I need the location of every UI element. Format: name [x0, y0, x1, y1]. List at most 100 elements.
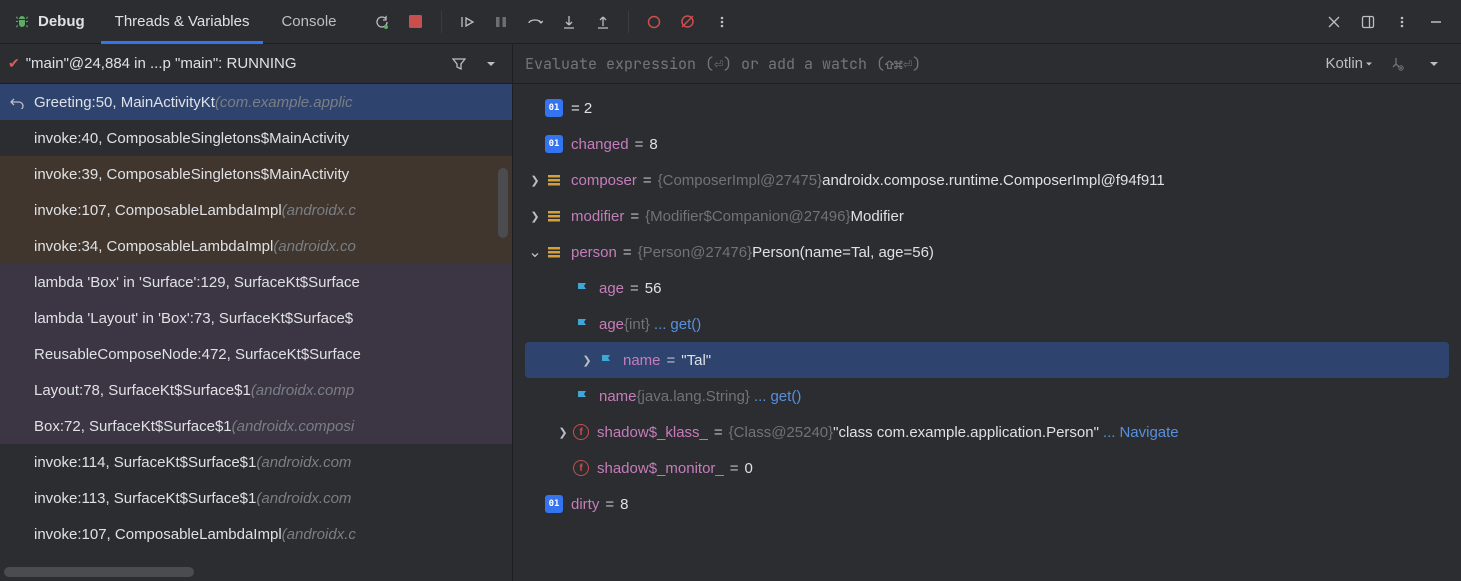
variable-row[interactable]: ❯modifier = {Modifier$Companion@27496} M… — [513, 198, 1461, 234]
frame-package: (androidx.com — [256, 454, 351, 471]
variable-type: {int} — [624, 316, 650, 333]
pause-icon[interactable] — [486, 7, 516, 37]
getter-link[interactable]: get() — [670, 316, 701, 333]
variable-row[interactable]: ❯01dirty = 8 — [513, 486, 1461, 522]
variable-row[interactable]: ❯age = 56 — [513, 270, 1461, 306]
frame-text: Layout:78, SurfaceKt$Surface$1 — [34, 382, 251, 399]
eval-dropdown-icon[interactable] — [1419, 49, 1449, 79]
variable-row[interactable]: ❯name = "Tal" — [525, 342, 1449, 378]
divider — [628, 11, 629, 33]
expand-chevron-icon[interactable]: ❯ — [553, 426, 573, 439]
bug-icon — [14, 14, 30, 30]
frames-list[interactable]: Greeting:50, MainActivityKt (com.example… — [0, 84, 512, 581]
mute-breakpoints-icon[interactable] — [673, 7, 703, 37]
stack-frame-row[interactable]: invoke:34, ComposableLambdaImpl (android… — [0, 228, 512, 264]
options-icon[interactable] — [1387, 7, 1417, 37]
thread-status[interactable]: "main"@24,884 in ...p "main": RUNNING — [26, 55, 440, 72]
add-watch-icon[interactable] — [1381, 49, 1411, 79]
stack-frame-row[interactable]: invoke:39, ComposableSingletons$MainActi… — [0, 156, 512, 192]
variables-list[interactable]: ❯01= 2❯01changed = 8❯composer = {Compose… — [513, 84, 1461, 581]
stack-frame-row[interactable]: Greeting:50, MainActivityKt (com.example… — [0, 84, 512, 120]
more-icon[interactable] — [707, 7, 737, 37]
stop-icon[interactable] — [401, 7, 431, 37]
stack-frame-row[interactable]: Layout:78, SurfaceKt$Surface$1 (androidx… — [0, 372, 512, 408]
step-out-icon[interactable] — [588, 7, 618, 37]
variable-value: 56 — [645, 280, 662, 297]
layout-icon[interactable] — [1353, 7, 1383, 37]
expand-chevron-icon[interactable]: ❯ — [525, 174, 545, 187]
stack-frame-row[interactable]: lambda 'Box' in 'Surface':129, SurfaceKt… — [0, 264, 512, 300]
variable-name: age — [599, 280, 624, 297]
stack-frame-row[interactable]: invoke:107, ComposableLambdaImpl (androi… — [0, 192, 512, 228]
reset-frame-icon[interactable] — [10, 95, 24, 109]
primitive-icon: 01 — [545, 135, 563, 153]
variable-name: shadow$_klass_ — [597, 424, 708, 441]
equals: = — [630, 208, 639, 225]
vertical-scrollbar[interactable] — [498, 168, 508, 238]
frame-text: invoke:113, SurfaceKt$Surface$1 — [34, 490, 256, 507]
variable-row[interactable]: ⌄person = {Person@27476} Person(name=Tal… — [513, 234, 1461, 270]
stack-frame-row[interactable]: invoke:114, SurfaceKt$Surface$1 (android… — [0, 444, 512, 480]
thread-check-icon: ✔ — [8, 55, 20, 72]
frame-text: ReusableComposeNode:472, SurfaceKt$Surfa… — [34, 346, 361, 363]
view-breakpoints-icon[interactable] — [639, 7, 669, 37]
variable-row[interactable]: ❯composer = {ComposerImpl@27475} android… — [513, 162, 1461, 198]
step-into-icon[interactable] — [554, 7, 584, 37]
object-icon — [545, 171, 563, 189]
variable-row[interactable]: ❯01= 2 — [513, 90, 1461, 126]
close-icon[interactable] — [1319, 7, 1349, 37]
variable-row[interactable]: ❯fshadow$_klass_ = {Class@25240} "class … — [513, 414, 1461, 450]
frame-package: (androidx.c — [282, 202, 356, 219]
field-icon: f — [573, 460, 589, 476]
variable-value: "class com.example.application.Person" — [833, 424, 1099, 441]
variable-type: {Person@27476} — [638, 244, 753, 261]
frame-text: lambda 'Box' in 'Surface':129, SurfaceKt… — [34, 274, 360, 291]
variable-value: 8 — [649, 136, 657, 153]
minimize-icon[interactable] — [1421, 7, 1451, 37]
object-icon — [545, 207, 563, 225]
stack-frame-row[interactable]: invoke:107, ComposableLambdaImpl (androi… — [0, 516, 512, 552]
top-bar-left: Debug Threads & Variables Console — [10, 0, 737, 44]
variable-value: = 2 — [571, 100, 592, 117]
equals: = — [667, 352, 676, 369]
stack-frame-row[interactable]: invoke:113, SurfaceKt$Surface$1 (android… — [0, 480, 512, 516]
expand-chevron-icon[interactable]: ❯ — [525, 210, 545, 223]
frames-panel: ✔ "main"@24,884 in ...p "main": RUNNING … — [0, 44, 513, 581]
expand-chevron-icon[interactable]: ❯ — [577, 354, 597, 367]
filter-icon[interactable] — [446, 51, 472, 77]
dropdown-icon[interactable] — [478, 51, 504, 77]
variable-row[interactable]: ❯fshadow$_monitor_ = 0 — [513, 450, 1461, 486]
variable-value: "Tal" — [681, 352, 711, 369]
variable-value: 8 — [620, 496, 628, 513]
step-over-icon[interactable] — [520, 7, 550, 37]
frame-package: (com.example.applic — [215, 94, 353, 111]
horizontal-scrollbar[interactable] — [4, 567, 194, 577]
navigate-link[interactable]: Navigate — [1119, 424, 1178, 441]
rerun-icon[interactable] — [367, 7, 397, 37]
tab-console[interactable]: Console — [267, 0, 350, 44]
variable-row[interactable]: ❯name {java.lang.String} ...get() — [513, 378, 1461, 414]
variable-name: composer — [571, 172, 637, 189]
evaluate-input[interactable] — [525, 54, 1325, 74]
stack-frame-row[interactable]: invoke:40, ComposableSingletons$MainActi… — [0, 120, 512, 156]
stack-frame-row[interactable]: ReusableComposeNode:472, SurfaceKt$Surfa… — [0, 336, 512, 372]
resume-icon[interactable] — [452, 7, 482, 37]
variable-row[interactable]: ❯age {int} ...get() — [513, 306, 1461, 342]
equals: = — [630, 280, 639, 297]
getter-link[interactable]: get() — [770, 388, 801, 405]
stack-frame-row[interactable]: lambda 'Layout' in 'Box':73, SurfaceKt$S… — [0, 300, 512, 336]
debug-title: Debug — [10, 13, 97, 30]
frame-text: invoke:107, ComposableLambdaImpl — [34, 202, 282, 219]
variable-name: person — [571, 244, 617, 261]
ellipsis: ... — [754, 388, 767, 405]
stack-frame-row[interactable]: Box:72, SurfaceKt$Surface$1 (androidx.co… — [0, 408, 512, 444]
variable-row[interactable]: ❯01changed = 8 — [513, 126, 1461, 162]
expand-chevron-icon[interactable]: ⌄ — [525, 242, 545, 262]
language-selector[interactable]: Kotlin — [1325, 55, 1373, 72]
tab-threads-variables[interactable]: Threads & Variables — [101, 0, 264, 44]
property-icon — [573, 279, 591, 297]
top-bar-right — [1319, 7, 1451, 37]
variable-name: name — [599, 388, 637, 405]
variable-value: Modifier — [851, 208, 904, 225]
frame-text: invoke:107, ComposableLambdaImpl — [34, 526, 282, 543]
